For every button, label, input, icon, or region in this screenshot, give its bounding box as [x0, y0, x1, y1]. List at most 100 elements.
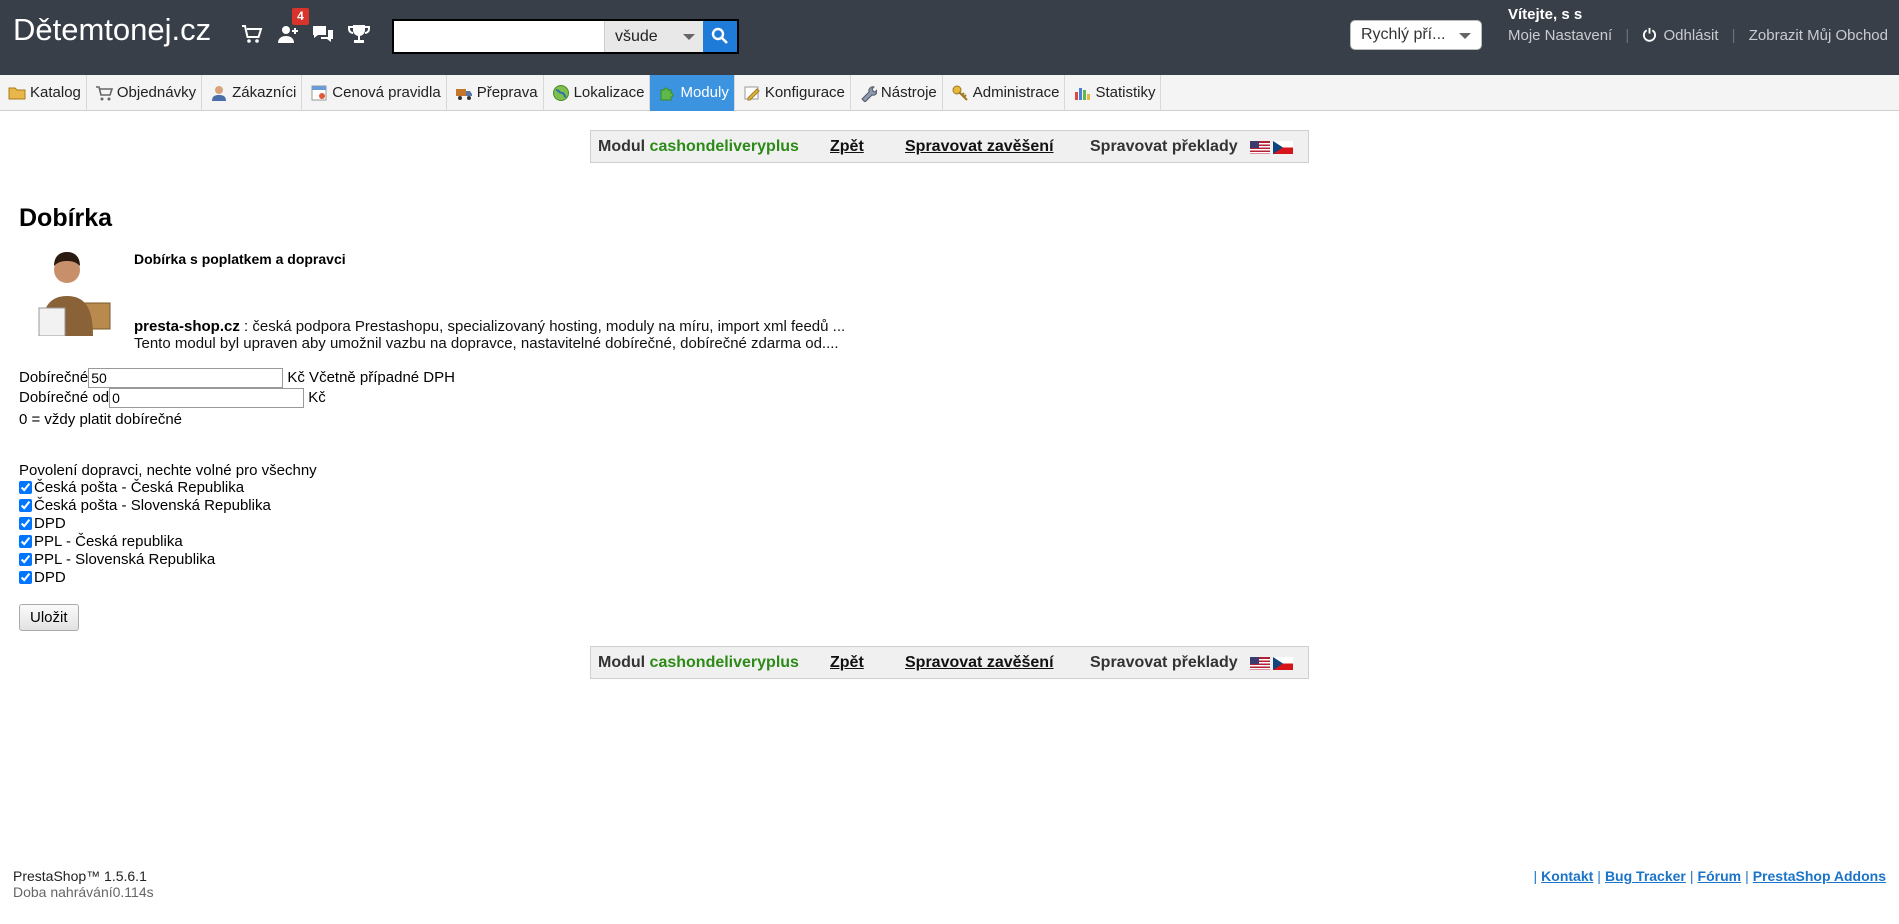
footer-link-forum[interactable]: Fórum [1698, 868, 1742, 884]
tab-configuration[interactable]: Konfigurace [735, 75, 851, 111]
notification-badge: 4 [292, 8, 309, 25]
separator: | [1625, 27, 1630, 44]
description-line-2: Tento modul byl upraven aby umožnil vazb… [134, 335, 839, 352]
free-from-suffix: Kč [304, 388, 326, 406]
footer-load-time: Doba nahrávání0.114s [13, 884, 154, 900]
quick-access-select[interactable]: Rychlý pří... [1350, 20, 1482, 50]
separator: | [1731, 27, 1736, 44]
view-shop-link[interactable]: Zobrazit Můj Obchod [1749, 27, 1888, 44]
wrench-icon [859, 84, 877, 102]
search-scope-select[interactable]: všude [604, 21, 703, 52]
main-menu: Katalog Objednávky Zákazníci Cenová prav… [0, 75, 1899, 111]
description-line-1: : česká podpora Prestashopu, specializov… [239, 318, 846, 335]
cz-flag-icon[interactable] [1273, 141, 1293, 154]
tab-administration[interactable]: Administrace [943, 75, 1066, 111]
module-toolbar-top: Modul cashondeliveryplus Zpět Spravovat … [590, 130, 1309, 163]
module-prefix: Modul [598, 138, 646, 155]
carrier-option: DPD [19, 515, 66, 532]
puzzle-icon [658, 84, 676, 102]
tab-modules[interactable]: Moduly [650, 75, 735, 111]
messages-icon[interactable] [311, 22, 335, 46]
presta-shop-link[interactable]: presta-shop.cz [134, 318, 240, 335]
tab-label: Administrace [972, 84, 1060, 101]
tab-label: Cenová pravidla [332, 84, 441, 101]
shop-name-link[interactable]: Dětemtonej.cz [13, 12, 211, 48]
back-link[interactable]: Zpět [830, 654, 864, 672]
carrier-option: Česká pošta - Česká Republika [19, 479, 244, 496]
admin-header: Dětemtonej.cz 4 všude Rychlý pří... Víte… [0, 0, 1899, 75]
footer-version: PrestaShop™ 1.5.6.1 [13, 868, 147, 884]
manage-translations-label: Spravovat překlady [1090, 654, 1238, 671]
carrier-checkbox[interactable] [19, 481, 32, 494]
save-button[interactable]: Uložit [19, 604, 79, 631]
module-description: presta-shop.cz : česká podpora Prestasho… [134, 318, 845, 352]
back-link[interactable]: Zpět [830, 138, 864, 156]
tab-customers[interactable]: Zákazníci [202, 75, 303, 111]
carrier-option: PPL - Česká republika [19, 533, 183, 550]
search-input[interactable] [394, 21, 604, 52]
cart-icon[interactable] [240, 22, 264, 46]
quick-access-label: Rychlý pří... [1361, 26, 1446, 43]
fee-input[interactable] [88, 368, 284, 388]
stats-icon [1073, 84, 1091, 102]
tab-label: Objednávky [116, 84, 197, 101]
separator: | [1745, 868, 1749, 884]
truck-icon [455, 84, 473, 102]
us-flag-icon[interactable] [1250, 657, 1270, 670]
key-icon [951, 84, 969, 102]
tab-label: Přeprava [476, 84, 538, 101]
chevron-down-icon [1459, 33, 1471, 39]
module-name: cashondeliveryplus [649, 138, 799, 155]
manage-hooks-link[interactable]: Spravovat zavěšení [905, 138, 1054, 156]
tab-orders[interactable]: Objednávky [87, 75, 203, 111]
tab-localization[interactable]: Lokalizace [544, 75, 651, 111]
carrier-checkbox[interactable] [19, 499, 32, 512]
tab-tools[interactable]: Nástroje [851, 75, 943, 111]
carrier-checkbox[interactable] [19, 517, 32, 530]
config-icon [743, 84, 761, 102]
footer-link-addons[interactable]: PrestaShop Addons [1753, 868, 1886, 884]
tab-label: Moduly [680, 84, 729, 101]
globe-icon [552, 84, 570, 102]
cz-flag-icon[interactable] [1273, 657, 1293, 670]
us-flag-icon[interactable] [1250, 141, 1270, 154]
carrier-label: Česká pošta - Česká Republika [34, 479, 245, 496]
free-from-input[interactable] [109, 388, 305, 408]
carrier-checkbox[interactable] [19, 553, 32, 566]
tab-label: Nástroje [880, 84, 937, 101]
carrier-label: DPD [34, 515, 66, 532]
carrier-label: Česká pošta - Slovenská Republika [34, 497, 271, 514]
my-settings-link[interactable]: Moje Nastavení [1508, 27, 1612, 44]
module-toolbar-title: Modul cashondeliveryplus [598, 654, 799, 672]
trophy-icon[interactable] [347, 22, 371, 46]
footer-link-contact[interactable]: Kontakt [1541, 868, 1593, 884]
fee-suffix: Kč Včetně případné DPH [283, 368, 455, 386]
tab-label: Katalog [30, 84, 81, 101]
free-from-label: Dobírečné od [19, 388, 110, 406]
tab-shipping[interactable]: Přeprava [447, 75, 544, 111]
search-button[interactable] [703, 21, 737, 52]
module-name: cashondeliveryplus [649, 654, 799, 671]
tab-label: Zákazníci [232, 84, 297, 101]
carrier-checkbox[interactable] [19, 571, 32, 584]
carrier-option: PPL - Slovenská Republika [19, 551, 215, 568]
separator: | [1689, 868, 1694, 884]
tab-statistics[interactable]: Statistiky [1065, 75, 1162, 111]
tab-label: Lokalizace [573, 84, 645, 101]
price-rules-icon [310, 84, 328, 102]
chevron-down-icon [683, 34, 695, 40]
new-customers-icon[interactable] [276, 22, 300, 46]
carrier-checkbox[interactable] [19, 535, 32, 548]
tab-price-rules[interactable]: Cenová pravidla [302, 75, 447, 111]
fee-label: Dobírečné [19, 368, 89, 386]
manage-hooks-link[interactable]: Spravovat zavěšení [905, 654, 1054, 672]
carriers-label: Povolení dopravci, nechte volné pro všec… [19, 462, 317, 479]
logout-link[interactable]: Odhlásit [1663, 27, 1718, 44]
user-links: Moje Nastavení | Odhlásit | Zobrazit Můj… [1508, 27, 1888, 44]
footer-links: | Kontakt | Bug Tracker | Fórum | PrestaShop Ad… [1530, 868, 1886, 884]
user-icon [210, 84, 228, 102]
module-subtitle: Dobírka s poplatkem a dopravci [134, 251, 346, 267]
footer-link-bug-tracker[interactable]: Bug Tracker [1605, 868, 1686, 884]
tab-catalog[interactable]: Katalog [0, 75, 87, 111]
separator: | [1533, 868, 1538, 884]
